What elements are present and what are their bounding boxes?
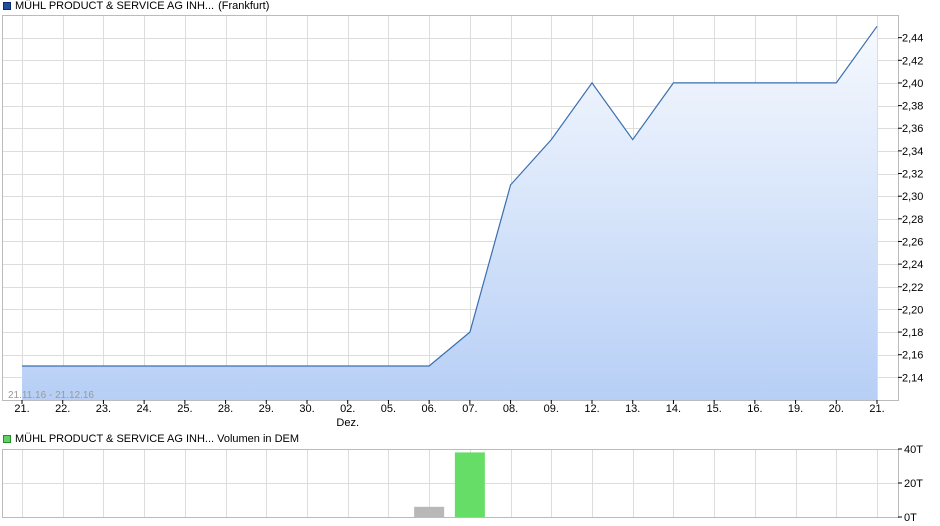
price-x-tick-label: 06. (421, 403, 436, 415)
price-x-tick-label: 08. (503, 403, 518, 415)
price-y-tick-label: 2,22 (902, 282, 923, 294)
price-y-tick-label: 2,28 (902, 214, 923, 226)
price-y-tick-label: 2,38 (902, 101, 923, 113)
price-y-tick-label: 2,40 (902, 78, 923, 90)
price-x-tick-label: 02. (340, 403, 355, 415)
price-x-tick-label: 09. (544, 403, 559, 415)
volume-bars (414, 452, 485, 517)
price-x-tick-label: 15. (706, 403, 721, 415)
price-x-tick-label: 28. (218, 403, 233, 415)
month-label: Dez. (336, 417, 359, 429)
price-x-tick-label: 19. (788, 403, 803, 415)
volume-grid (2, 449, 898, 518)
price-x-tick-label: 25. (177, 403, 192, 415)
price-x-axis: 21. 22. 23. 24. 25. 28. 29. 30. 02. 05. 06. 07. 08. 0… (14, 400, 885, 415)
volume-bar (414, 506, 445, 517)
price-x-tick-label: 13. (625, 403, 640, 415)
price-y-tick-label: 2,34 (902, 146, 923, 158)
price-x-tick-label: 05. (381, 403, 396, 415)
price-x-tick-label: 24. (136, 403, 151, 415)
price-y-tick-label: 2,44 (902, 33, 923, 45)
price-y-tick-label: 2,42 (902, 55, 923, 67)
price-y-tick-label: 2,36 (902, 123, 923, 135)
price-x-tick-label: 22. (55, 403, 70, 415)
price-x-tick-label: 21. (14, 403, 29, 415)
price-x-tick-label: 30. (299, 403, 314, 415)
price-y-tick-label: 2,30 (902, 191, 923, 203)
price-y-tick-label: 2,32 (902, 169, 923, 181)
volume-y-axis: 0T 20T 40T (898, 444, 923, 524)
price-y-tick-label: 2,26 (902, 236, 923, 248)
price-y-axis: 2,14 2,16 2,18 2,20 2,22 2,24 2,26 2,28 2,30 2,32… (898, 33, 923, 384)
volume-y-tick-label: 0T (904, 512, 917, 524)
date-range-label: 21.11.16 - 21.12.16 (8, 390, 94, 401)
price-x-tick-label: 21. (869, 403, 884, 415)
price-x-tick-label: 14. (666, 403, 681, 415)
volume-bar (454, 452, 485, 517)
price-y-tick-label: 2,24 (902, 259, 923, 271)
price-x-tick-label: 20. (829, 403, 844, 415)
price-y-tick-label: 2,16 (902, 350, 923, 362)
price-y-tick-label: 2,14 (902, 372, 923, 384)
price-y-tick-label: 2,20 (902, 304, 923, 316)
volume-y-tick-label: 40T (904, 444, 923, 456)
price-x-tick-label: 23. (96, 403, 111, 415)
price-x-tick-label: 29. (259, 403, 274, 415)
price-x-tick-label: 12. (584, 403, 599, 415)
price-y-tick-label: 2,18 (902, 327, 923, 339)
volume-y-tick-label: 20T (904, 478, 923, 490)
price-x-tick-label: 16. (747, 403, 762, 415)
price-x-tick-label: 07. (462, 403, 477, 415)
stock-chart: 2,14 2,16 2,18 2,20 2,22 2,24 2,26 2,28 2,30 2,32… (2, 15, 923, 524)
